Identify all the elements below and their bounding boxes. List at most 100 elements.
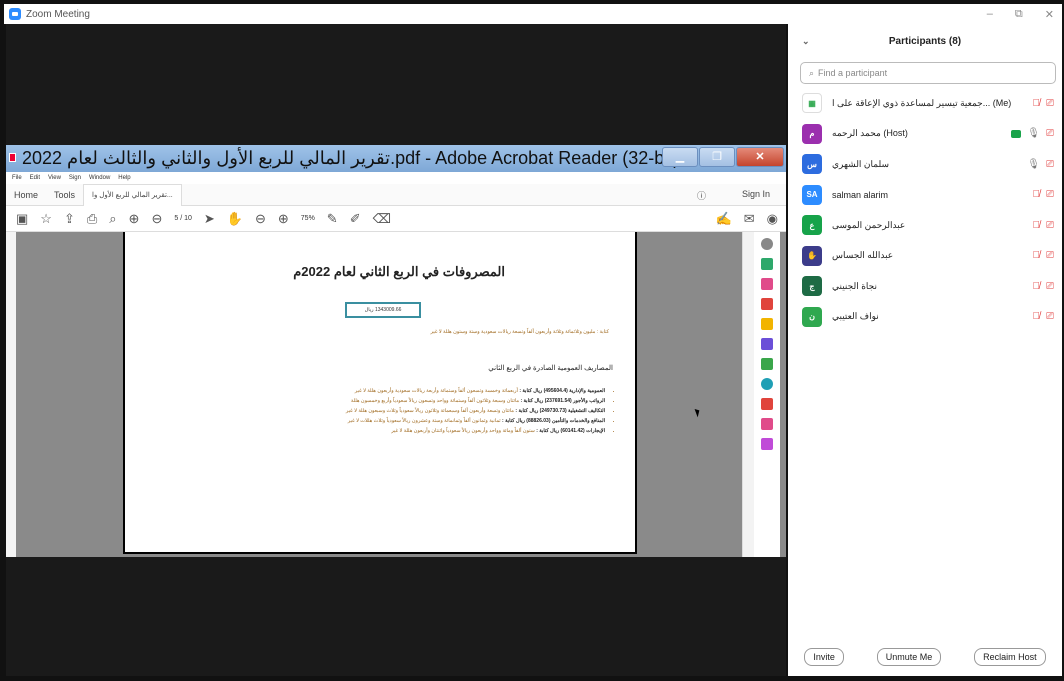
list-item: الإيجارات (60141.42) ريال كتابة : ستون أ… (213, 426, 605, 436)
menu-file[interactable]: File (12, 175, 22, 181)
restore-button[interactable]: ⧉ (1015, 8, 1023, 21)
tab-tools[interactable]: Tools (46, 190, 83, 200)
combine-files-icon[interactable] (761, 358, 773, 370)
avatar: ▦ (802, 93, 822, 114)
participant-name: جمعية تيسير لمساعدة ذوي الإعاقة على ا...… (832, 97, 1012, 108)
search-icon[interactable]: ⌕ (109, 211, 116, 227)
participant-name: نواف العتيبي (832, 311, 879, 322)
list-item: العمومية والإدارية (495604.4) ريال كتابة… (213, 386, 605, 396)
zoom-in-icon[interactable]: ⊕ (278, 211, 289, 227)
invite-button[interactable]: Invite (804, 648, 844, 666)
tab-document[interactable]: تقرير المالي للربع الأول وا... (83, 183, 182, 206)
left-panel-collapsed[interactable] (6, 232, 16, 557)
acrobat-window-title: تقرير المالي للربع الأول والثاني والثالث… (22, 148, 680, 168)
mic-muted-icon[interactable]: 🎙̸ (1033, 250, 1041, 261)
export-pdf-icon[interactable] (761, 298, 773, 310)
mic-icon[interactable]: 🎙 (1027, 128, 1040, 139)
hand-tool-icon[interactable]: ✋ (227, 211, 243, 227)
pdf-amount-box: 1343009.66 ريال (345, 302, 421, 318)
minimize-button[interactable]: – (987, 8, 993, 21)
mic-muted-icon[interactable]: 🎙̸ (1033, 98, 1041, 109)
acrobat-minimize-button[interactable]: ▁ (662, 147, 698, 167)
participant-row[interactable]: SA salman alarim 🎙̸ ⎚ (788, 180, 1062, 211)
participant-name: سلمان الشهري (832, 158, 890, 169)
create-pdf-icon[interactable] (761, 258, 773, 270)
print-icon[interactable]: ⎙ (87, 211, 97, 227)
mic-icon[interactable]: 🎙 (1027, 159, 1040, 170)
menu-edit[interactable]: Edit (30, 175, 40, 181)
camera-off-icon[interactable]: ⎚ (1046, 281, 1054, 292)
participant-row[interactable]: ع عبدالرحمن الموسى 🎙̸ ⎚ (788, 210, 1062, 241)
sign-tool-icon[interactable] (761, 398, 773, 410)
camera-off-icon[interactable]: ⎚ (1046, 220, 1054, 231)
unmute-me-button[interactable]: Unmute Me (876, 648, 942, 666)
reclaim-host-button[interactable]: Reclaim Host (974, 648, 1046, 666)
participant-search-input[interactable]: ⌕ Find a participant (800, 62, 1056, 84)
delete-icon[interactable]: ⌫ (373, 211, 391, 227)
menu-sign[interactable]: Sign (69, 175, 81, 181)
mic-muted-icon[interactable]: 🎙̸ (1033, 220, 1041, 231)
mic-muted-icon[interactable]: 🎙̸ (1033, 311, 1041, 322)
participants-footer: Invite Unmute Me Reclaim Host (788, 648, 1062, 666)
menu-help[interactable]: Help (118, 175, 130, 181)
participant-row[interactable]: م محمد الرحمه (Host) 🎙 ⎚ (788, 119, 1062, 150)
edit-pdf-icon[interactable] (761, 338, 773, 350)
participant-row[interactable]: س سلمان الشهري 🎙 ⎚ (788, 149, 1062, 180)
help-icon[interactable]: ⓘ (689, 189, 714, 202)
acrobat-title-bar: تقرير المالي للربع الأول والثاني والثالث… (6, 145, 786, 172)
pdf-heading: المصروفات في الربع الثاني لعام 2022م (293, 264, 505, 279)
select-cursor-icon[interactable]: ➤ (204, 211, 215, 227)
comment-tool-icon[interactable] (761, 318, 773, 330)
bookmark-star-icon[interactable]: ☆ (40, 211, 52, 227)
camera-off-icon[interactable]: ⎚ (1046, 311, 1054, 322)
menu-view[interactable]: View (48, 175, 61, 181)
acrobat-close-button[interactable]: ✕ (736, 147, 784, 167)
save-icon[interactable]: ▣ (16, 211, 28, 227)
organize-pages-icon[interactable] (761, 278, 773, 290)
list-item: التكاليف التشغيلية (249730.73) ريال كتاب… (213, 406, 605, 416)
zoom-level[interactable]: 75% (301, 215, 315, 222)
highlight-icon[interactable]: ✐ (350, 211, 361, 227)
avatar: س (802, 154, 822, 175)
acrobat-tabs: Home Tools تقرير المالي للربع الأول وا..… (6, 183, 786, 206)
mic-muted-icon[interactable]: 🎙̸ (1033, 189, 1041, 200)
tab-home[interactable]: Home (6, 190, 46, 200)
vertical-scrollbar[interactable] (742, 232, 754, 557)
zoom-search-icon[interactable] (761, 238, 773, 250)
chevron-down-icon[interactable]: ⌄ (802, 36, 810, 47)
participant-row[interactable]: ▦ جمعية تيسير لمساعدة ذوي الإعاقة على ا.… (788, 88, 1062, 119)
more-tools-icon[interactable] (761, 438, 773, 450)
fill-sign-icon[interactable] (761, 378, 773, 390)
account-icon[interactable]: ◉ (767, 211, 778, 227)
upload-icon[interactable]: ⇪ (64, 211, 75, 227)
zoom-logo-icon (9, 8, 21, 20)
close-button[interactable]: ✕ (1045, 8, 1054, 21)
acrobat-toolbar: ▣ ☆ ⇪ ⎙ ⌕ ⊕ ⊖ 5 / 10 ➤ ✋ ⊖ ⊕ 75% ✎ ✐ ⌫ ✍… (6, 206, 786, 232)
camera-off-icon[interactable]: ⎚ (1046, 189, 1054, 200)
next-page-icon[interactable]: ⊖ (151, 211, 162, 227)
document-viewport: المصروفات في الربع الثاني لعام 2022م 134… (6, 232, 786, 557)
menu-window[interactable]: Window (89, 175, 110, 181)
mic-muted-icon[interactable]: 🎙̸ (1033, 281, 1041, 292)
protect-icon[interactable] (761, 418, 773, 430)
zoom-out-icon[interactable]: ⊖ (255, 211, 266, 227)
zoom-window-title: Zoom Meeting (26, 8, 90, 20)
camera-off-icon[interactable]: ⎚ (1046, 250, 1054, 261)
camera-off-icon[interactable]: ⎚ (1046, 98, 1054, 109)
participant-row[interactable]: ✋ عبدالله الجساس 🎙̸ ⎚ (788, 241, 1062, 272)
participant-list: ▦ جمعية تيسير لمساعدة ذوي الإعاقة على ا.… (788, 88, 1062, 332)
avatar: ع (802, 215, 822, 236)
comment-icon[interactable]: ✎ (327, 211, 338, 227)
zoom-title-bar: Zoom Meeting – ⧉ ✕ (4, 4, 1062, 24)
participant-row[interactable]: ن نواف العتيبي 🎙̸ ⎚ (788, 302, 1062, 333)
sign-in-link[interactable]: Sign In (734, 189, 778, 202)
camera-off-icon[interactable]: ⎚ (1046, 159, 1054, 170)
page-indicator[interactable]: 5 / 10 (174, 215, 192, 222)
participant-name: عبدالرحمن الموسى (832, 219, 906, 230)
camera-off-icon[interactable]: ⎚ (1046, 128, 1054, 139)
participant-row[interactable]: ج نجاة الجنيني 🎙̸ ⎚ (788, 271, 1062, 302)
acrobat-restore-button[interactable]: ❐ (699, 147, 735, 167)
sign-icon[interactable]: ✍ (716, 211, 732, 227)
prev-page-icon[interactable]: ⊕ (129, 211, 140, 227)
mail-icon[interactable]: ✉ (744, 211, 755, 227)
